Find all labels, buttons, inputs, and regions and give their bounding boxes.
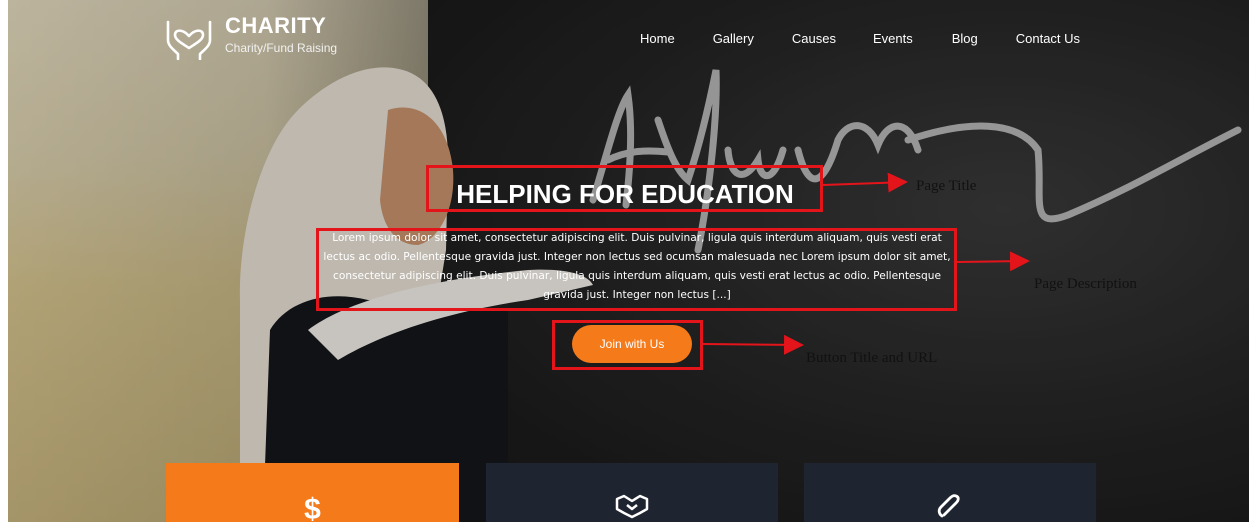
feature-card-attach[interactable]: [804, 463, 1096, 522]
handshake-icon: [615, 494, 649, 519]
dollar-icon: $: [304, 493, 321, 522]
paperclip-icon: [937, 494, 960, 518]
page: CHARITY Charity/Fund Raising Home Galler…: [0, 0, 1258, 522]
description-arrow: [956, 251, 1030, 272]
feature-card-partner[interactable]: [486, 463, 778, 522]
annotation-page-title: Page Title: [916, 178, 977, 194]
annotation-arrows: [702, 172, 1030, 355]
button-arrow: [702, 334, 804, 355]
title-arrow: [822, 172, 908, 193]
annotation-button: Button Title and URL: [806, 350, 938, 366]
feature-card-donate[interactable]: $: [166, 463, 459, 522]
annotation-page-description: Page Description: [1034, 276, 1137, 292]
